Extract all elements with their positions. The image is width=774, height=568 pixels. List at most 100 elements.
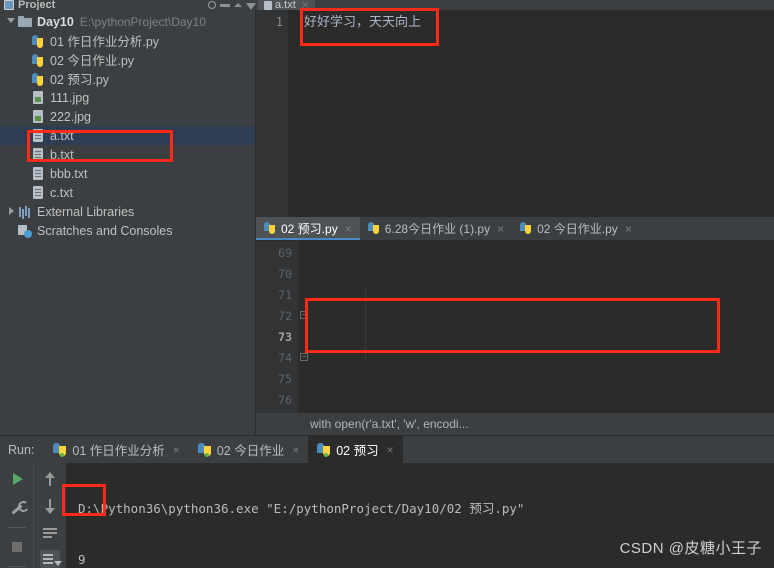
code-editor-tabstrip: 02 预习.py × 6.28今日作业 (1).py × 02 今日作业.py … [256, 217, 774, 241]
collapse-all-icon[interactable] [220, 4, 230, 7]
line-number: 69 [278, 246, 292, 260]
code-content[interactable]: with open(r'a.txt', 'w', encoding='utf8'… [310, 241, 774, 413]
tree-row-b-txt[interactable]: b.txt [0, 145, 255, 164]
wrench-icon[interactable] [7, 498, 27, 518]
run-tabstrip: Run: 01 作日作业分析 × 02 今日作业 × 02 预习 × [0, 436, 774, 463]
close-icon[interactable]: × [497, 222, 504, 236]
python-file-icon [367, 222, 381, 235]
tree-row-222-jpg[interactable]: 222.jpg [0, 107, 255, 126]
tab-02-yuxi-py[interactable]: 02 预习.py × [256, 217, 360, 240]
tab-02-jinri-zuoye-py[interactable]: 02 今日作业.py × [512, 217, 640, 240]
text-file-icon [30, 166, 46, 182]
tree-item-label: Scratches and Consoles [37, 223, 173, 238]
close-icon[interactable]: × [345, 222, 352, 236]
tree-row-bbb-txt[interactable]: bbb.txt [0, 164, 255, 183]
editor-tab-label: a.txt [275, 0, 296, 10]
project-panel-icon [4, 0, 14, 10]
run-actions-right [33, 463, 66, 568]
close-icon[interactable]: × [173, 443, 180, 457]
close-icon[interactable]: × [387, 443, 394, 457]
tree-row-root[interactable]: Day10 E:\pythonProject\Day10 [0, 12, 255, 31]
run-tab-01-zuori-fenxi[interactable]: 01 作日作业分析 × [44, 436, 188, 463]
scroll-up-icon[interactable] [40, 469, 60, 487]
scroll-down-icon[interactable] [40, 496, 60, 514]
project-tree: Day10 E:\pythonProject\Day10 01 作日作业分析.p… [0, 10, 255, 240]
chevron-right-icon[interactable] [4, 202, 17, 221]
text-line: 好好学习，天天向上 [304, 14, 422, 29]
code-editor[interactable]: 02 预习.py × 6.28今日作业 (1).py × 02 今日作业.py … [256, 217, 774, 435]
code-editor-gutter[interactable]: 69 70 71 72 73 74 75 76 77 [256, 241, 298, 428]
tree-item-label: 01 作日作业分析.py [50, 35, 160, 49]
python-run-icon [53, 442, 67, 457]
tree-row-02-yuxi[interactable]: 02 预习.py [0, 69, 255, 88]
divider [7, 527, 26, 528]
run-tab-label: 02 预习 [336, 444, 379, 458]
editor-tab-a-txt[interactable]: a.txt × [258, 0, 315, 10]
tree-row-a-txt[interactable]: a.txt [0, 126, 255, 145]
tab-label: 6.28今日作业 (1).py [384, 222, 491, 236]
code-fold-gutter[interactable]: − − [300, 241, 310, 413]
soft-wrap-icon[interactable] [40, 523, 60, 541]
tree-row-c-txt[interactable]: c.txt [0, 183, 255, 202]
run-console-body: D:\Python36\python36.exe "E:/pythonProje… [0, 463, 774, 568]
run-tab-02-yuxi[interactable]: 02 预习 × [308, 436, 403, 463]
library-icon [17, 204, 33, 220]
chevron-down-icon[interactable] [4, 12, 17, 31]
watermark: CSDN @皮糖小王子 [619, 540, 762, 557]
close-icon[interactable]: × [302, 0, 309, 10]
tree-row-01-zuori[interactable]: 01 作日作业分析.py [0, 31, 255, 50]
tree-item-label: 02 今日作业.py [50, 54, 135, 68]
tree-item-label: 222.jpg [50, 109, 92, 124]
project-tree-panel[interactable]: Day10 E:\pythonProject\Day10 01 作日作业分析.p… [0, 10, 256, 435]
tree-item-label: b.txt [50, 147, 74, 162]
run-tab-02-jinri-zuoye[interactable]: 02 今日作业 × [189, 436, 308, 463]
tree-item-label: External Libraries [37, 204, 135, 219]
text-editor-content[interactable]: 好好学习，天天向上 [288, 10, 774, 217]
run-icon[interactable] [7, 469, 27, 489]
fold-collapse-icon[interactable]: − [300, 353, 308, 361]
divider [7, 566, 26, 567]
fold-collapse-icon[interactable]: − [300, 311, 308, 319]
pycharm-window: Project a.txt × Day10 E:\pythonProject\D… [0, 0, 774, 568]
breadcrumb-label: with open(r'a.txt', 'w', encodi... [310, 417, 469, 431]
run-tool-window: Run: 01 作日作业分析 × 02 今日作业 × 02 预习 × D:\Py… [0, 435, 774, 568]
scroll-to-end-icon[interactable] [40, 550, 62, 568]
line-number: 75 [278, 372, 292, 386]
project-toolwindow-header: Project [0, 0, 256, 10]
scratches-icon [17, 223, 33, 239]
folder-icon [17, 14, 33, 30]
image-file-icon [30, 109, 46, 125]
line-number: 74 [278, 351, 292, 365]
line-number: 76 [278, 393, 292, 407]
python-run-icon [317, 442, 331, 457]
image-file-icon [30, 90, 46, 106]
tree-row-02-jinri[interactable]: 02 今日作业.py [0, 50, 255, 69]
text-editor-a-txt[interactable]: 1 好好学习，天天向上 [256, 10, 774, 217]
settings-icon[interactable] [246, 3, 256, 10]
text-editor-gutter: 1 [256, 10, 288, 217]
tab-label: 02 预习.py [281, 222, 338, 236]
close-icon[interactable]: × [292, 443, 299, 457]
line-number-current: 73 [278, 330, 292, 344]
python-file-icon [30, 33, 46, 49]
tree-row-external-libraries[interactable]: External Libraries [0, 202, 255, 221]
expand-up-icon[interactable] [234, 3, 242, 7]
tree-item-label: bbb.txt [50, 166, 88, 181]
tab-628-jinri-zuoye-py[interactable]: 6.28今日作业 (1).py × [360, 217, 512, 240]
tree-root-path: E:\pythonProject\Day10 [79, 14, 206, 29]
tree-item-label: c.txt [50, 185, 73, 200]
line-number: 70 [278, 267, 292, 281]
tree-row-111-jpg[interactable]: 111.jpg [0, 88, 255, 107]
top-editor-tabstrip: a.txt × [256, 0, 774, 10]
locate-icon[interactable] [208, 1, 216, 9]
close-icon[interactable]: × [625, 222, 632, 236]
chevron-down-icon[interactable] [61, 0, 71, 10]
text-file-icon [264, 0, 272, 10]
stop-icon[interactable] [7, 537, 27, 557]
run-window-label: Run: [8, 442, 35, 457]
breadcrumb[interactable]: with open(r'a.txt', 'w', encodi... [256, 413, 774, 435]
indent-guide [365, 289, 366, 363]
tree-row-scratches[interactable]: Scratches and Consoles [0, 221, 255, 240]
